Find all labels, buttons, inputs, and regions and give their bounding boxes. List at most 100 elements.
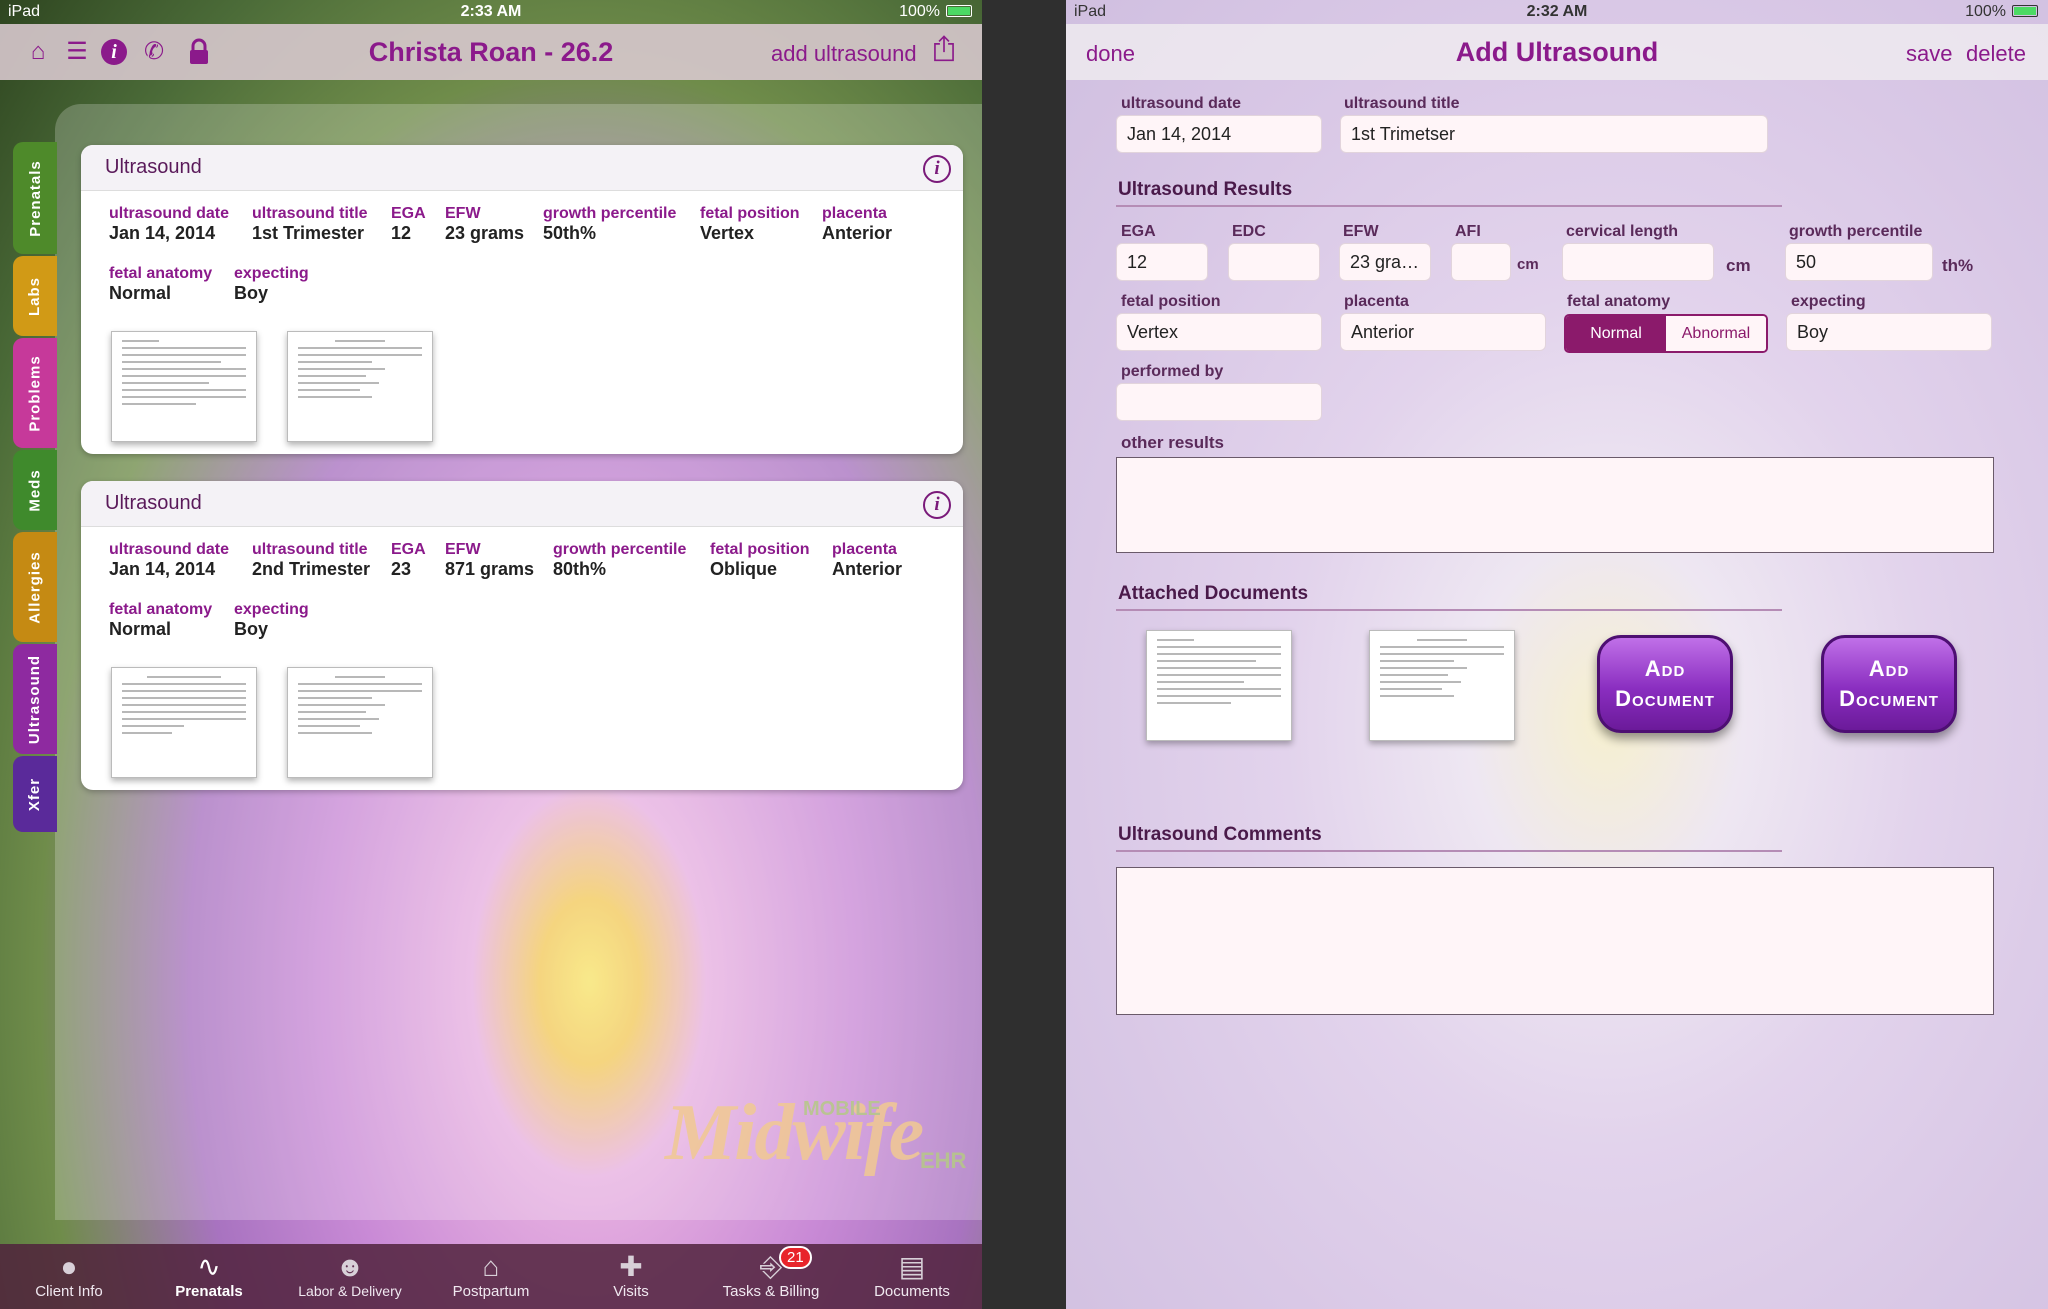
side-tab-labs[interactable]: Labs bbox=[13, 256, 57, 336]
battery-percent: 100% bbox=[1965, 3, 2006, 20]
growth-percentile-field[interactable]: 50 bbox=[1785, 243, 1933, 281]
baby-icon: ☻ bbox=[335, 1251, 365, 1282]
field-fetal-position: fetal position Oblique bbox=[710, 541, 810, 580]
ultrasound-comments-textarea[interactable] bbox=[1116, 867, 1994, 1015]
ultrasound-card[interactable]: Ultrasound i ultrasound date Jan 14, 2014… bbox=[81, 481, 963, 790]
house-icon: ⌂ bbox=[482, 1251, 500, 1282]
logo-wordmark: Midwife bbox=[665, 1089, 924, 1177]
document-thumbnail[interactable] bbox=[1146, 630, 1292, 741]
performed-by-field[interactable] bbox=[1116, 383, 1322, 421]
logo-mobile: MOBILE bbox=[803, 1098, 881, 1120]
delete-button[interactable]: delete bbox=[1966, 41, 2026, 67]
section-divider bbox=[1116, 609, 1782, 611]
field-ultrasound-date: ultrasound date Jan 14, 2014 bbox=[109, 205, 229, 244]
anatomy-normal-option[interactable]: Normal bbox=[1566, 316, 1666, 351]
field-ega: EGA 12 bbox=[391, 205, 426, 244]
status-time: 2:32 AM bbox=[1526, 3, 1588, 20]
efw-field[interactable]: 23 gra… bbox=[1339, 243, 1431, 281]
afi-unit: cm bbox=[1517, 256, 1539, 273]
ultrasound-date-field[interactable]: Jan 14, 2014 bbox=[1116, 115, 1322, 153]
side-tab-xfer[interactable]: Xfer bbox=[13, 756, 57, 832]
tab-postpartum[interactable]: ⌂ Postpartum bbox=[436, 1244, 546, 1309]
side-tab-allergies[interactable]: Allergies bbox=[13, 532, 57, 642]
field-label: placenta bbox=[822, 205, 887, 222]
side-tab-prenatals[interactable]: Prenatals bbox=[13, 142, 57, 254]
field-label: EGA bbox=[391, 205, 426, 222]
field-ega: EGA 23 bbox=[391, 541, 426, 580]
field-value: Jan 14, 2014 bbox=[109, 559, 216, 579]
field-expecting: expecting Boy bbox=[234, 601, 309, 640]
document-thumbnail[interactable] bbox=[287, 667, 433, 778]
ultrasound-title-field[interactable]: 1st Trimetser bbox=[1340, 115, 1768, 153]
battery-percent: 100% bbox=[899, 3, 940, 20]
notification-badge: 21 bbox=[779, 1246, 812, 1269]
tab-labor-delivery[interactable]: ☻ Labor & Delivery bbox=[290, 1244, 410, 1309]
field-expecting: expecting Boy bbox=[234, 265, 309, 304]
side-tab-meds[interactable]: Meds bbox=[13, 450, 57, 530]
info-icon[interactable]: i bbox=[923, 491, 951, 519]
side-tab-label: Labs bbox=[26, 276, 44, 316]
field-growth-percentile: growth percentile 80th% bbox=[553, 541, 686, 580]
tab-tasks-billing[interactable]: ⎆ 21 Tasks & Billing bbox=[713, 1244, 829, 1309]
document-thumbnail[interactable] bbox=[1369, 630, 1515, 741]
placenta-field[interactable]: Anterior bbox=[1340, 313, 1546, 351]
card-title: Ultrasound bbox=[105, 492, 202, 514]
cervical-length-label: cervical length bbox=[1566, 223, 1679, 240]
field-label: ultrasound date bbox=[109, 205, 230, 222]
field-value: Boy bbox=[234, 619, 269, 639]
field-value: 80th% bbox=[553, 559, 607, 579]
logo-ehr: EHR bbox=[920, 1148, 967, 1173]
fetal-position-field[interactable]: Vertex bbox=[1116, 313, 1322, 351]
field-efw: EFW 23 grams bbox=[445, 205, 524, 244]
share-icon[interactable] bbox=[930, 34, 958, 62]
section-divider bbox=[1116, 850, 1782, 852]
tab-client-info[interactable]: ● Client Info bbox=[14, 1244, 124, 1309]
side-tab-problems[interactable]: Problems bbox=[13, 338, 57, 448]
field-value: Boy bbox=[234, 283, 269, 303]
tab-prenatals[interactable]: ∿ Prenatals bbox=[154, 1244, 264, 1309]
afi-field[interactable] bbox=[1451, 243, 1511, 281]
document-thumbnail[interactable] bbox=[111, 331, 257, 442]
edc-field[interactable] bbox=[1228, 243, 1320, 281]
field-fetal-anatomy: fetal anatomy Normal bbox=[109, 265, 212, 304]
document-thumbnail[interactable] bbox=[111, 667, 257, 778]
growth-percentile-label: growth percentile bbox=[1789, 223, 1923, 240]
field-value: Oblique bbox=[710, 559, 777, 579]
field-label: EFW bbox=[445, 205, 481, 222]
status-bar: iPad 2:32 AM 100% bbox=[1066, 0, 2048, 24]
add-document-button[interactable]: Add Document bbox=[1821, 635, 1957, 733]
field-value: Normal bbox=[109, 619, 172, 639]
cervical-length-field[interactable] bbox=[1562, 243, 1714, 281]
add-ultrasound-button[interactable]: add ultrasound bbox=[771, 41, 917, 67]
tab-documents[interactable]: ▤ Documents bbox=[857, 1244, 967, 1309]
document-thumbnail[interactable] bbox=[287, 331, 433, 442]
other-results-textarea[interactable] bbox=[1116, 457, 1994, 553]
field-value: 23 bbox=[391, 559, 412, 579]
info-icon[interactable]: i bbox=[923, 155, 951, 183]
side-tab-label: Ultrasound bbox=[26, 654, 44, 744]
fetal-position-label: fetal position bbox=[1121, 293, 1221, 310]
side-tab-ultrasound[interactable]: Ultrasound bbox=[13, 644, 57, 754]
anatomy-abnormal-option[interactable]: Abnormal bbox=[1666, 316, 1766, 351]
side-tab-label: Meds bbox=[26, 468, 44, 512]
field-ultrasound-title: ultrasound title 1st Trimester bbox=[252, 205, 368, 244]
field-placenta: placenta Anterior bbox=[832, 541, 902, 580]
ultrasound-card[interactable]: Ultrasound i ultrasound date Jan 14, 2014… bbox=[81, 145, 963, 454]
tab-label: Postpartum bbox=[452, 1283, 530, 1300]
save-button[interactable]: save bbox=[1906, 41, 1952, 67]
field-value: 23 grams bbox=[445, 223, 525, 243]
edc-label: EDC bbox=[1232, 223, 1266, 240]
ultrasound-comments-heading: Ultrasound Comments bbox=[1118, 824, 1322, 845]
expecting-field[interactable]: Boy bbox=[1786, 313, 1992, 351]
field-placenta: placenta Anterior bbox=[822, 205, 892, 244]
tab-visits[interactable]: ✚ Visits bbox=[576, 1244, 686, 1309]
attached-documents-heading: Attached Documents bbox=[1118, 583, 1309, 604]
add-document-button[interactable]: Add Document bbox=[1597, 635, 1733, 733]
side-tab-label: Problems bbox=[26, 354, 44, 432]
ultrasound-results-heading: Ultrasound Results bbox=[1118, 179, 1293, 200]
field-label: growth percentile bbox=[543, 205, 677, 222]
battery-icon bbox=[2012, 5, 2038, 17]
ega-label: EGA bbox=[1121, 223, 1156, 240]
other-results-label: other results bbox=[1121, 433, 1224, 452]
ega-field[interactable]: 12 bbox=[1116, 243, 1208, 281]
